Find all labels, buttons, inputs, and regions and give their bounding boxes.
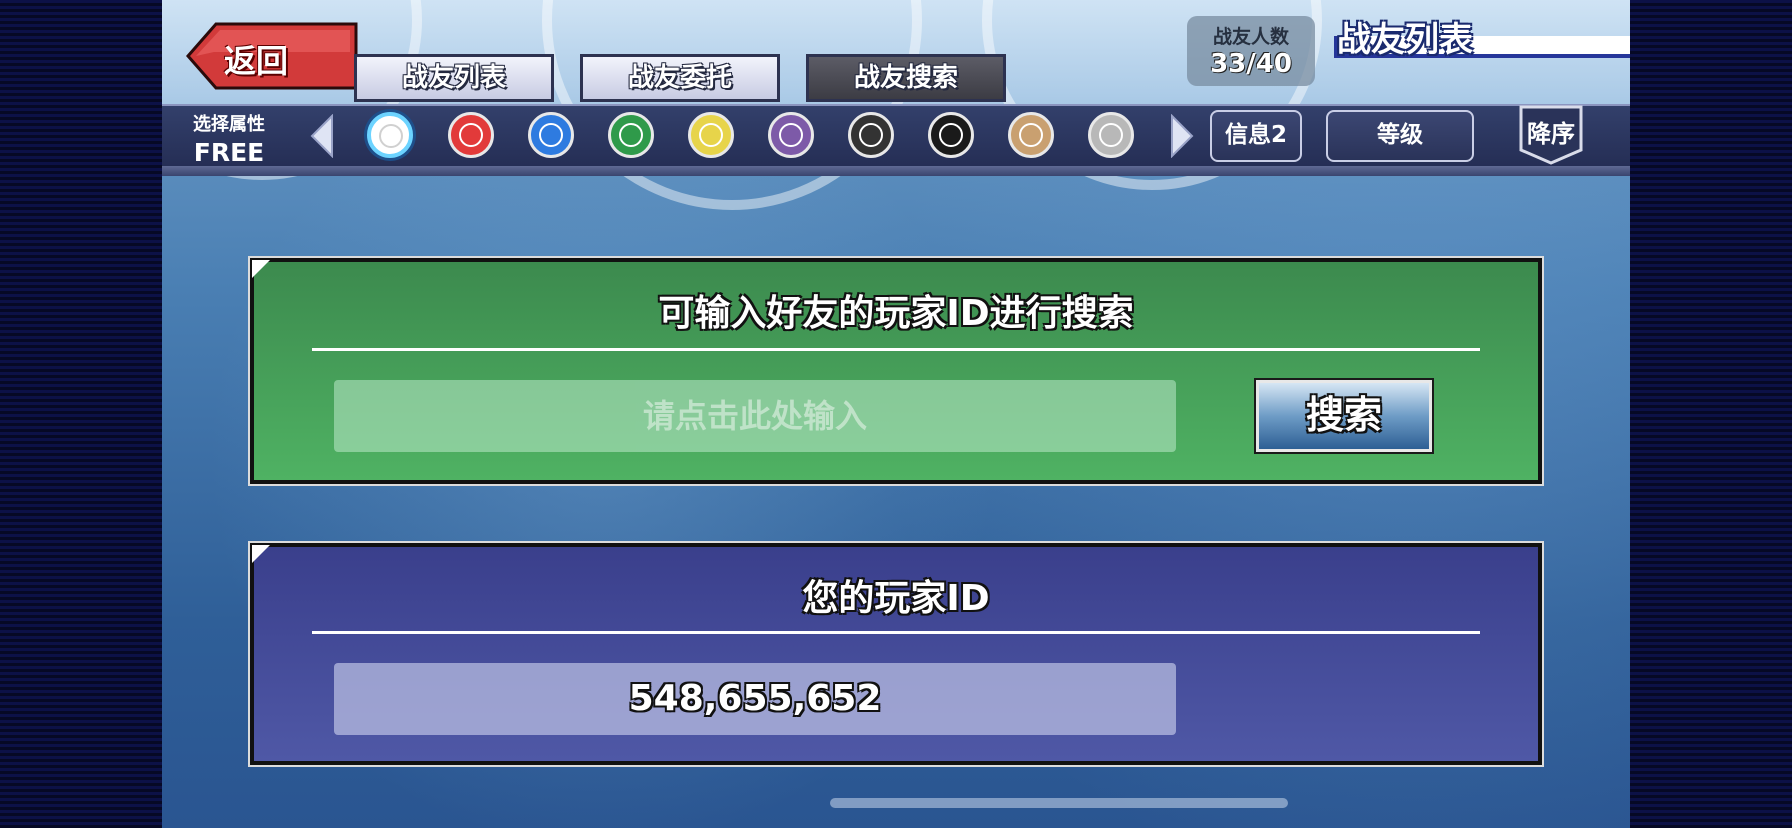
friend-count-value: 33/40 (1210, 49, 1292, 79)
player-id-panel-title: 您的玩家ID (802, 578, 990, 619)
search-button[interactable]: 搜索 (1254, 378, 1434, 454)
back-button[interactable]: 返回 (186, 22, 358, 90)
attribute-select[interactable]: 选择属性 FREE (184, 110, 274, 167)
panel-divider (312, 631, 1480, 634)
tab-label: 战友委托 (627, 63, 732, 93)
attribute-symbol (459, 123, 483, 147)
panel-corner (252, 260, 270, 278)
sort-order-label: 降序 (1527, 120, 1575, 148)
wind-attribute-icon[interactable] (608, 112, 654, 158)
player-id-search-input[interactable] (334, 380, 1176, 452)
water-attribute-icon[interactable] (528, 112, 574, 158)
dark-attribute-icon[interactable] (768, 112, 814, 158)
right-letterbox (1630, 0, 1792, 828)
header-bar: 返回 战友列表 战友委托 战友搜索 战友人数 33/40 战友列表 (162, 0, 1630, 210)
search-button-label: 搜索 (1305, 393, 1382, 437)
fire-attribute-icon[interactable] (448, 112, 494, 158)
panel-divider (312, 348, 1480, 351)
info-display-label: 信息2 (1224, 122, 1287, 148)
earth-attribute-icon[interactable] (1008, 112, 1054, 158)
page-title: 战友列表 (1337, 20, 1473, 60)
friend-count-label: 战友人数 (1212, 26, 1289, 48)
search-panel: 可输入好友的玩家ID进行搜索 搜索 (248, 256, 1544, 486)
left-letterbox (0, 0, 162, 828)
chevron-right-icon[interactable] (1170, 114, 1194, 158)
tab-friend-request[interactable]: 战友委托 (580, 54, 780, 102)
back-label: 返回 (224, 42, 289, 80)
attribute-symbol (779, 123, 803, 147)
attribute-symbol (1019, 123, 1043, 147)
attribute-select-label: 选择属性 (193, 114, 265, 135)
chaos-attribute-icon[interactable] (928, 112, 974, 158)
search-panel-title: 可输入好友的玩家ID进行搜索 (658, 293, 1134, 334)
sort-order-button[interactable]: 降序 (1518, 104, 1584, 166)
friend-count-badge: 战友人数 33/40 (1187, 16, 1315, 86)
attribute-symbol (379, 124, 403, 148)
heaven-attribute-icon[interactable] (848, 112, 894, 158)
attribute-symbol (939, 123, 963, 147)
attribute-symbol (1099, 123, 1123, 147)
tab-friend-list[interactable]: 战友列表 (354, 54, 554, 102)
home-indicator[interactable] (830, 798, 1288, 808)
chevron-left-icon[interactable] (310, 114, 334, 158)
void-attribute-icon[interactable] (1088, 112, 1134, 158)
attribute-symbol (539, 123, 563, 147)
attribute-symbol (619, 123, 643, 147)
tab-friend-search[interactable]: 战友搜索 (806, 54, 1006, 102)
game-screen: 返回 战友列表 战友委托 战友搜索 战友人数 33/40 战友列表 选择属性 F… (162, 0, 1630, 828)
attribute-symbol (859, 123, 883, 147)
all-attribute-icon[interactable] (367, 112, 413, 158)
sort-key-label: 等级 (1377, 122, 1423, 148)
player-id-value: 548,655,652 (334, 663, 1176, 735)
panel-corner (252, 545, 270, 563)
light-attribute-icon[interactable] (688, 112, 734, 158)
player-id-panel: 您的玩家ID 548,655,652 (248, 541, 1544, 767)
tab-label: 战友列表 (401, 63, 506, 93)
sort-key-button[interactable]: 等级 (1326, 110, 1474, 162)
attribute-symbol (699, 123, 723, 147)
attribute-filter-bar: 选择属性 FREE 信息2 等级 降序 (162, 104, 1630, 168)
tab-label: 战友搜索 (853, 63, 958, 93)
attribute-select-value: FREE (193, 138, 265, 167)
info-display-button[interactable]: 信息2 (1210, 110, 1302, 162)
filter-separator (162, 166, 1630, 176)
